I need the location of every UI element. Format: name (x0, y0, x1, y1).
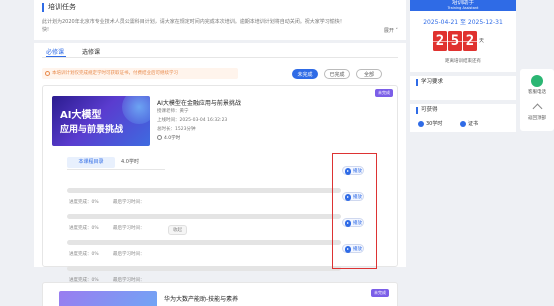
lesson-last-study: 最后学习时间： (113, 226, 145, 231)
notice-text: 本培训计划仅完成规定学时可获取证书，付费结业后可继续学习 (52, 71, 178, 76)
countdown-caption: 距离培训结束还有 (445, 59, 481, 64)
floating-toolbar: 客服电话 返回顶部 (520, 69, 554, 131)
collapse-button[interactable]: 收起 (168, 225, 187, 235)
tab-required[interactable]: 必修课 (46, 47, 64, 56)
training-assistant: 培训助手 Training Assistant 2025-04-21 至 202… (410, 0, 516, 72)
countdown-digit: 5 (448, 31, 462, 51)
training-date-range: 2025-04-21 至 2025-12-31 (423, 19, 503, 26)
training-task-panel: 培训任务 此计划为2020年北京市专业技术人员公需科目计划，请大家在规定时间内完… (34, 0, 406, 40)
thumbnail-glow (122, 96, 150, 124)
lesson-last-study: 最后学习时间： (113, 200, 145, 205)
lesson-title-placeholder (67, 214, 341, 219)
reward-hours: 30学时 (418, 120, 442, 127)
reward-certificate: 证书 (460, 120, 478, 127)
countdown-digit: 2 (463, 31, 477, 51)
tab-course-catalog[interactable]: 本课程目录 (67, 157, 115, 168)
reward-certificate-value: 证书 (468, 121, 479, 127)
course-card: 华为大数产能助-技能与素养 未完成 (42, 282, 398, 306)
expand-button[interactable]: 展开 ˅ (384, 27, 398, 34)
filter-incomplete[interactable]: 未完成 (292, 69, 318, 79)
requirements-panel: 学习要求 (410, 76, 516, 100)
course-thumbnail[interactable] (59, 291, 157, 306)
countdown-digit: 2 (433, 31, 447, 51)
lesson-progress: 进度完成：0% (69, 252, 99, 257)
rewards-panel: 可获得 30学时 证书 (410, 104, 516, 132)
lesson-row: 进度完成：0% 最后学习时间： (67, 186, 367, 208)
thumbnail-title: AI大模型 (60, 110, 102, 121)
back-to-top-button[interactable]: 返回顶部 (520, 103, 554, 121)
notice-banner: 本培训计划仅完成规定学时可获取证书，付费结业后可继续学习 (42, 68, 238, 79)
course-hours-value: 4.0学时 (164, 136, 181, 141)
course-title[interactable]: 华为大数产能助-技能与素养 (164, 294, 238, 303)
course-title[interactable]: AI大模型在金融应用与前景挑战 (157, 98, 241, 107)
lesson-progress: 进度完成：0% (69, 226, 99, 231)
status-badge: 未完成 (371, 289, 389, 297)
filter-completed[interactable]: 已完成 (324, 69, 350, 79)
days-unit: 天 (479, 38, 485, 44)
certificate-icon (460, 120, 466, 127)
lesson-last-study: 最后学习时间： (113, 252, 145, 257)
lesson-progress: 进度完成：0% (69, 200, 99, 205)
plan-intro: 此计划为2020年北京市专业技术人员公需科目计划，请大家在规定时间内完成本次培训… (42, 19, 345, 25)
lesson-row: 进度完成：0% 最后学习时间： (67, 238, 367, 260)
warning-icon (45, 71, 50, 76)
rewards-title: 可获得 (416, 107, 510, 114)
section-title: 培训任务 (42, 3, 398, 12)
course-hours: 4.0学时 (157, 135, 180, 141)
headset-icon (531, 75, 543, 87)
back-to-top-label: 返回顶部 (528, 116, 546, 121)
customer-service-button[interactable]: 客服电话 (520, 75, 554, 95)
lesson-title-placeholder (67, 266, 341, 271)
assistant-header: 培训助手 Training Assistant (410, 0, 516, 11)
course-duration: 总时长：1523分钟 (157, 127, 196, 132)
plan-intro-tail: 快! (42, 27, 50, 33)
course-online-time: 上线时间：2025-03-04 16:32:23 (157, 118, 228, 123)
assistant-subtitle: Training Assistant (447, 6, 479, 10)
lesson-row: 进度完成：0% 最后学习时间： (67, 212, 367, 234)
highlight-box (332, 153, 377, 269)
lesson-title-placeholder (67, 240, 341, 245)
status-badge: 未完成 (375, 89, 393, 97)
lesson-title-placeholder (67, 188, 341, 193)
thumbnail-subtitle: 应用与前景挑战 (60, 125, 124, 135)
requirements-title: 学习要求 (416, 79, 510, 86)
filter-all[interactable]: 全部 (356, 69, 382, 79)
divider (42, 57, 398, 58)
chevron-up-icon (532, 103, 542, 114)
course-teacher: 授课老师：黄宁 (157, 109, 189, 114)
tab-elective[interactable]: 选修课 (82, 47, 100, 56)
catalog-hours: 4.0学时 (121, 159, 139, 165)
divider (67, 169, 165, 170)
hours-icon (418, 120, 424, 127)
reward-hours-value: 30学时 (426, 121, 443, 127)
clock-icon (157, 135, 162, 140)
customer-service-label: 客服电话 (528, 90, 546, 95)
course-thumbnail[interactable]: AI大模型 应用与前景挑战 (52, 96, 150, 146)
